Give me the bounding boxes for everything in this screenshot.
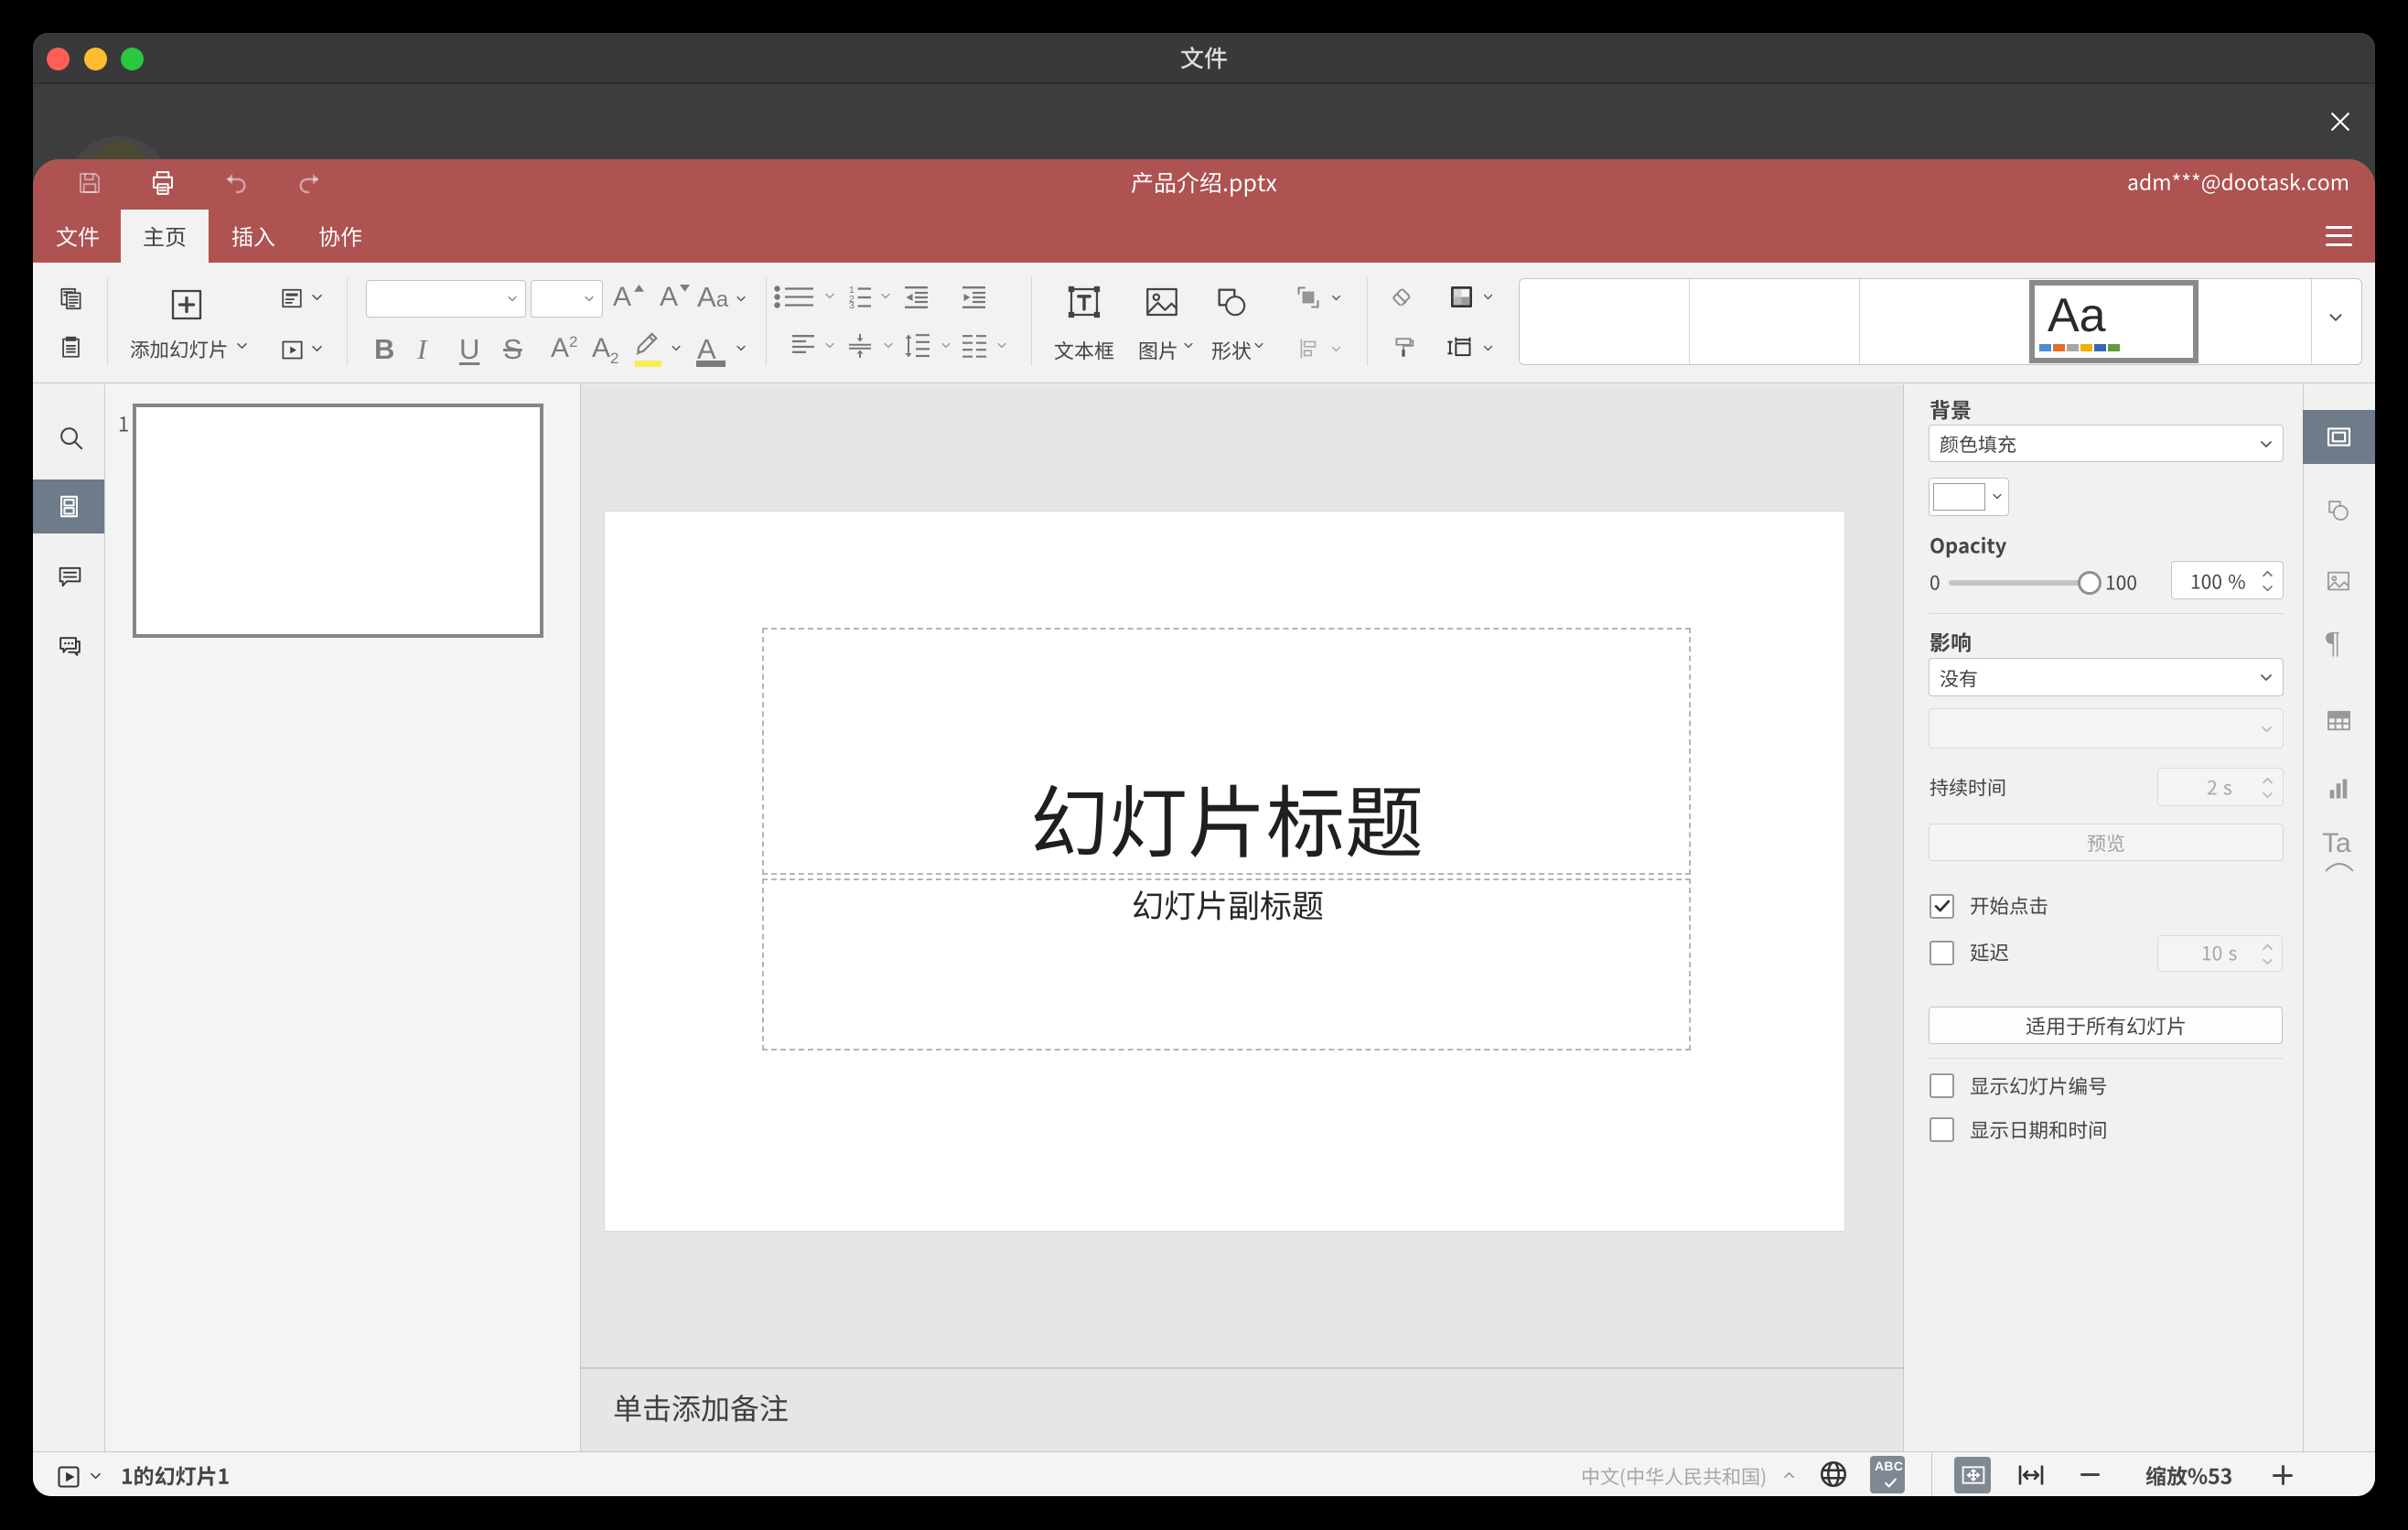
svg-text:3: 3 [849, 300, 855, 309]
